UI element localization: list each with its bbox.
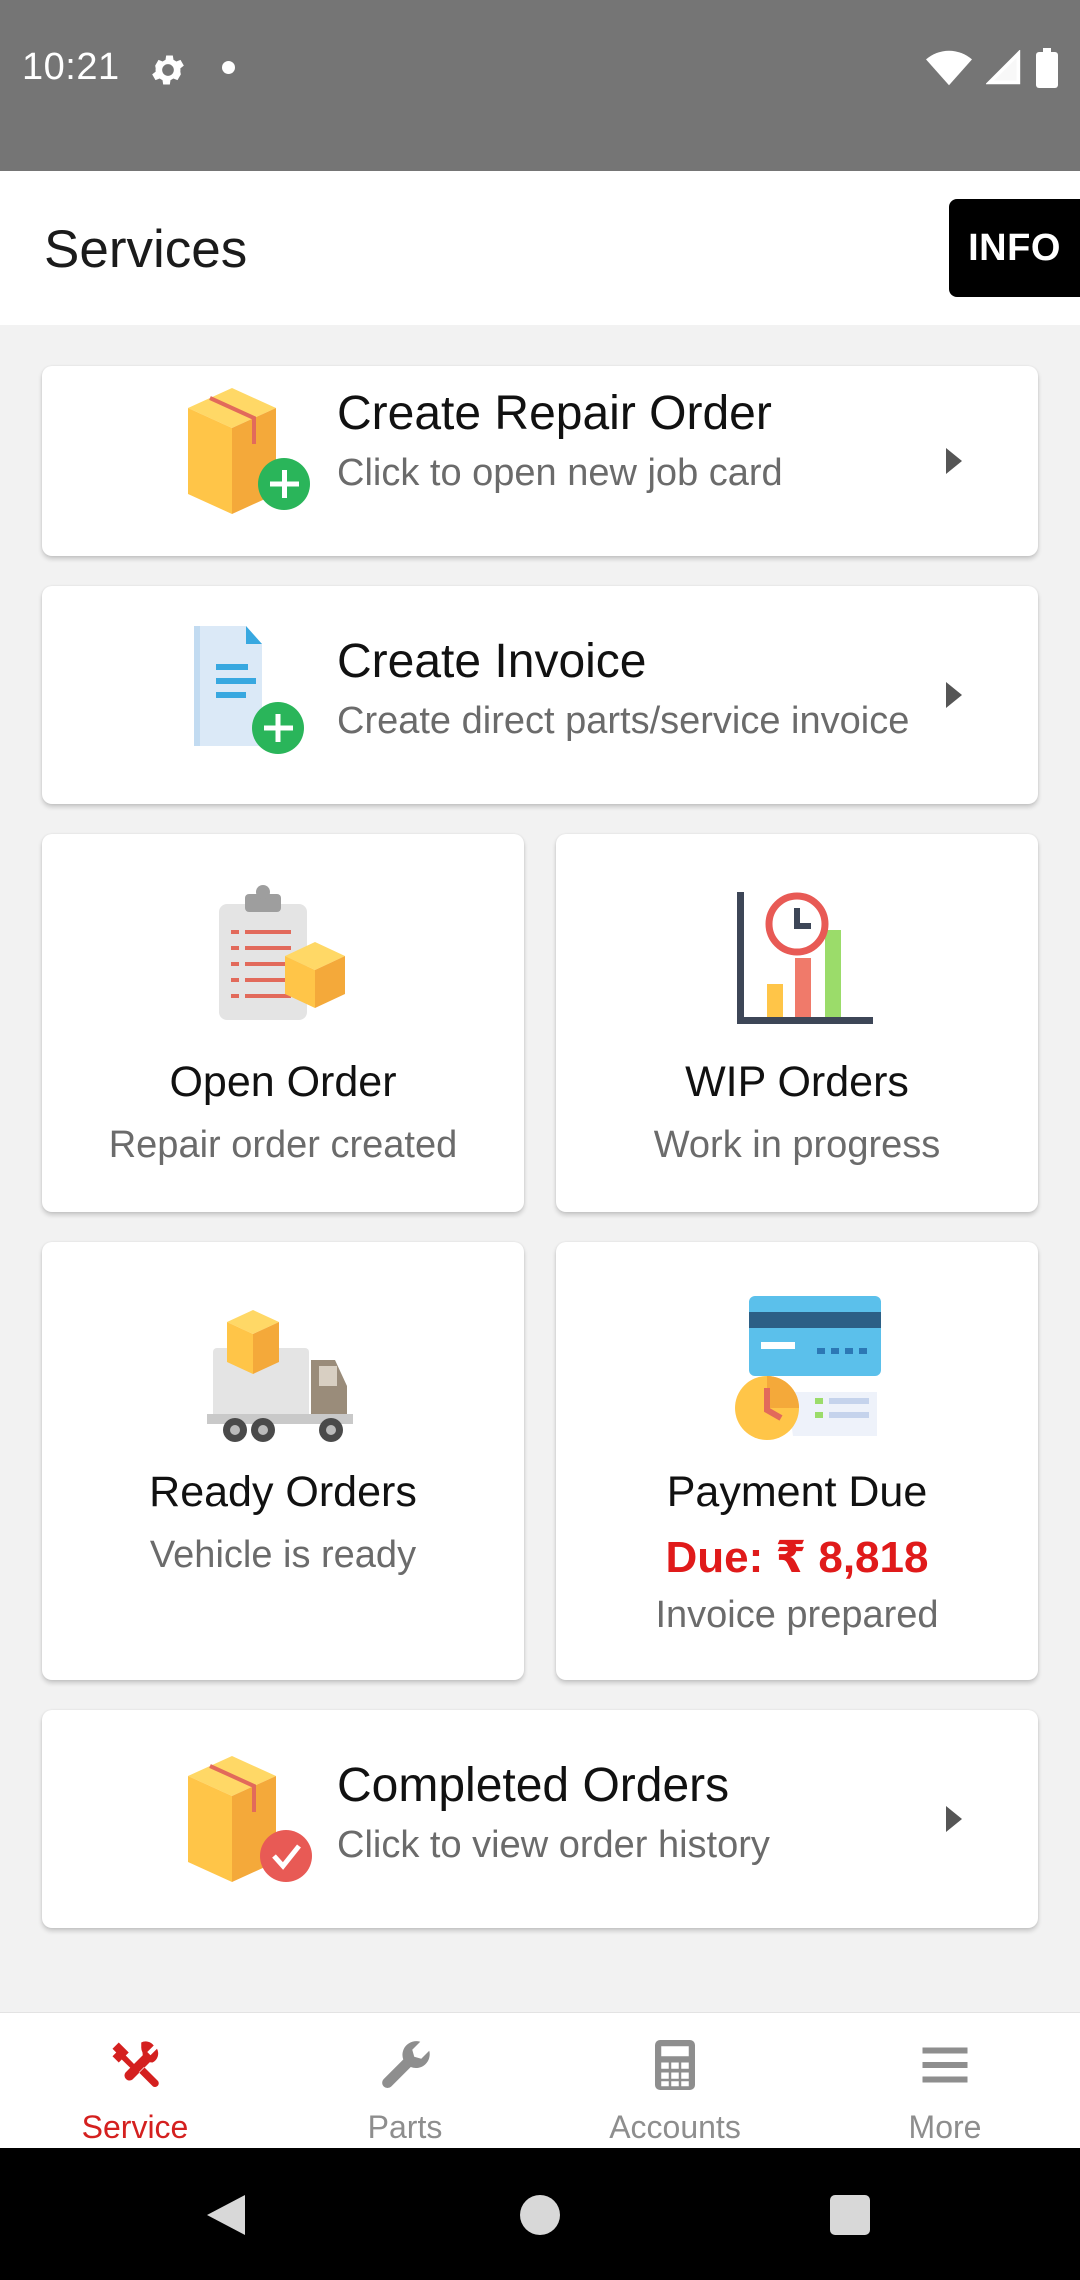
card-title: Create Invoice [337, 635, 647, 688]
bottom-navigation: Service Parts Accounts More [0, 2012, 1080, 2148]
nav-label: Parts [367, 2109, 443, 2145]
ready-orders-card[interactable]: Ready Orders Vehicle is ready [42, 1242, 524, 1680]
tile-subtitle: Work in progress [653, 1124, 941, 1166]
nav-item-accounts[interactable]: Accounts [540, 2013, 810, 2148]
nav-label: Service [81, 2109, 189, 2145]
page-title: Services [44, 220, 248, 279]
chevron-right-icon [946, 1806, 962, 1832]
info-button[interactable]: INFO [949, 199, 1080, 297]
delivery-truck-icon [207, 1310, 353, 1442]
wifi-icon [926, 50, 972, 86]
card-title: Completed Orders [337, 1759, 730, 1812]
tile-subtitle: Repair order created [108, 1124, 458, 1166]
system-navigation-bar [0, 2148, 1080, 2280]
chevron-right-icon [946, 682, 962, 708]
status-time: 10:21 [22, 46, 120, 88]
status-icons [926, 46, 1058, 90]
card-subtitle: Click to open new job card [337, 452, 783, 494]
tile-subtitle: Invoice prepared [655, 1594, 939, 1636]
status-bar: 10:21 [0, 0, 1080, 171]
tile-subtitle: Vehicle is ready [149, 1534, 417, 1576]
tile-title: Open Order [169, 1058, 397, 1106]
tools-icon [112, 2041, 159, 2087]
settings-icon [152, 55, 184, 85]
wrench-icon [382, 2041, 430, 2089]
back-icon[interactable] [205, 2193, 247, 2237]
nav-item-parts[interactable]: Parts [270, 2013, 540, 2148]
notification-dot [222, 61, 235, 74]
card-subtitle: Click to view order history [337, 1824, 770, 1866]
nav-label: Accounts [609, 2109, 741, 2145]
clipboard-box-icon [219, 885, 345, 1020]
tile-title: Ready Orders [149, 1468, 417, 1516]
recents-icon[interactable] [830, 2195, 870, 2235]
create-repair-order-card[interactable]: Create Repair Order Click to open new jo… [42, 366, 1038, 556]
tile-title: Payment Due [666, 1468, 928, 1516]
document-add-icon [194, 626, 304, 754]
nav-label: More [908, 2109, 982, 2145]
calculator-icon [655, 2040, 695, 2090]
card-subtitle: Create direct parts/service invoice [337, 700, 910, 742]
open-order-card[interactable]: Open Order Repair order created [42, 834, 524, 1212]
due-amount: Due: ₹ 8,818 [665, 1533, 929, 1582]
card-title: Create Repair Order [337, 387, 772, 440]
box-add-icon [188, 388, 310, 514]
cell-signal-icon [986, 50, 1021, 85]
box-check-icon [188, 1756, 312, 1882]
credit-card-clock-icon [735, 1296, 881, 1440]
tile-title: WIP Orders [685, 1058, 909, 1106]
nav-item-more[interactable]: More [810, 2013, 1080, 2148]
payment-due-card[interactable]: Payment Due Due: ₹ 8,818 Invoice prepare… [556, 1242, 1038, 1680]
app-bar: Services INFO [0, 171, 1080, 325]
wip-orders-card[interactable]: WIP Orders Work in progress [556, 834, 1038, 1212]
completed-orders-card[interactable]: Completed Orders Click to view order his… [42, 1710, 1038, 1928]
nav-item-service[interactable]: Service [0, 2013, 270, 2148]
home-icon[interactable] [520, 2195, 560, 2235]
menu-icon [922, 2047, 968, 2083]
battery-icon [1036, 48, 1058, 88]
create-invoice-card[interactable]: Create Invoice Create direct parts/servi… [42, 586, 1038, 804]
chevron-right-icon [946, 448, 962, 474]
chart-clock-icon [737, 892, 873, 1024]
